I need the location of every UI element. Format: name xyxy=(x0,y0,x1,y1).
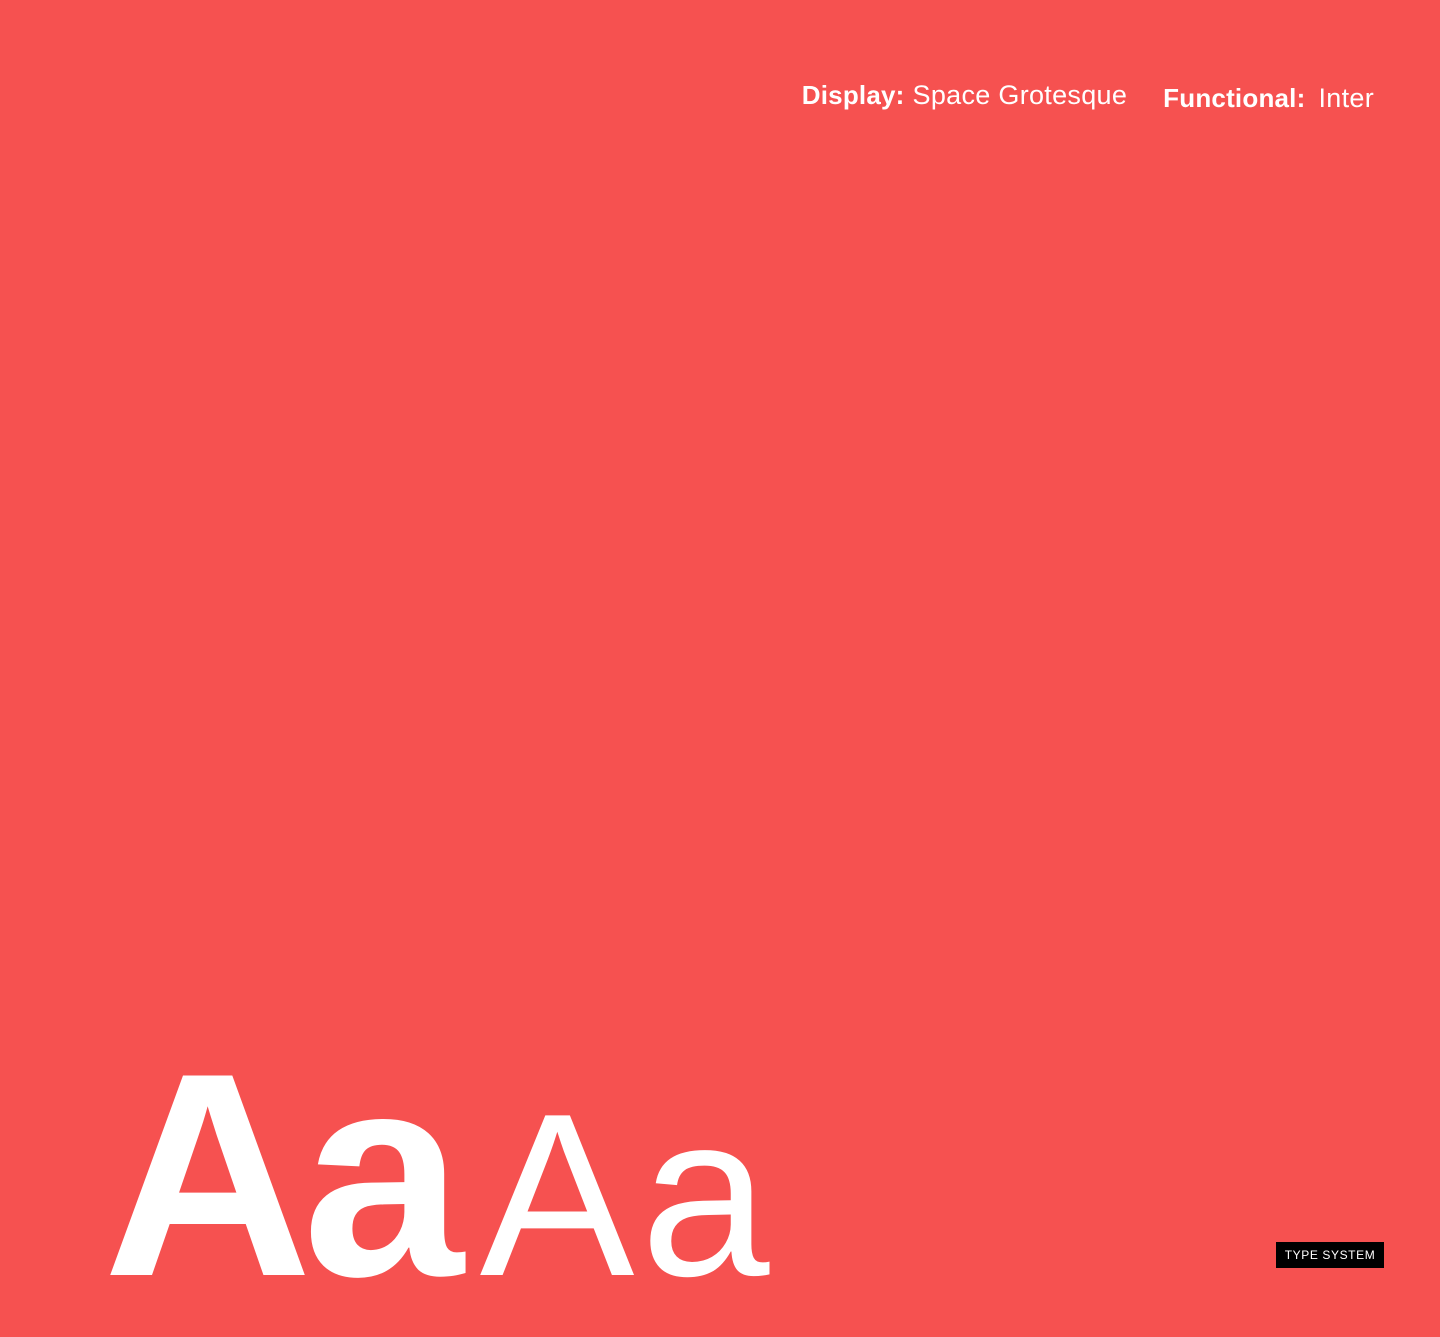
type-system-slide: { "colors": { "background": "#f65150", "… xyxy=(0,0,1440,1320)
functional-font-entry: Functional: Inter xyxy=(1163,83,1374,114)
functional-font-specimen: Aa xyxy=(479,1066,776,1325)
display-font-label: Display: xyxy=(801,80,905,110)
display-font-entry: Display: Space Grotesque xyxy=(802,80,1127,111)
functional-font-label: Functional: xyxy=(1163,83,1306,113)
section-tag: TYPE SYSTEM xyxy=(1276,1242,1384,1268)
functional-font-name: Inter xyxy=(1318,83,1374,113)
display-font-name: Space Grotesque xyxy=(912,80,1128,110)
font-pairing-header: Display: Space Grotesque Functional: Int… xyxy=(802,80,1374,114)
type-specimen: Aa Aa xyxy=(103,1030,776,1320)
display-font-specimen: Aa xyxy=(103,1013,464,1337)
